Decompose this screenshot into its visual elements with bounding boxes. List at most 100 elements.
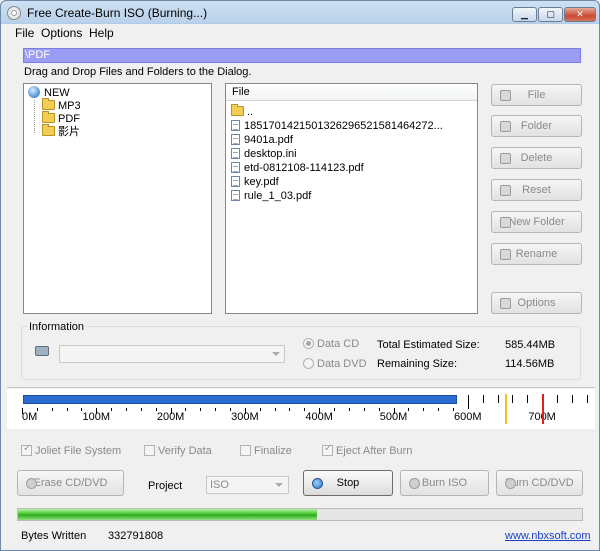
options-button[interactable]: Options xyxy=(491,292,582,314)
meter-tick xyxy=(140,408,142,411)
document-icon xyxy=(231,162,240,173)
erase-disc-button[interactable]: Erase CD/DVD xyxy=(17,470,124,496)
document-icon xyxy=(231,134,240,145)
file-row[interactable]: etd-0812108-114123.pdf xyxy=(231,161,364,175)
meter-tick xyxy=(467,395,469,409)
file-row[interactable]: 9401a.pdf xyxy=(231,133,293,147)
project-select[interactable]: ISO xyxy=(206,476,289,494)
folder-icon xyxy=(42,98,55,110)
eject-after-burn-checkbox[interactable]: Eject After Burn xyxy=(322,443,413,457)
total-size-label: Total Estimated Size: xyxy=(377,339,480,351)
meter-tick xyxy=(289,408,291,411)
add-folder-button[interactable]: Folder xyxy=(491,115,582,137)
meter-tick xyxy=(22,408,23,414)
meter-tick xyxy=(230,408,232,411)
file-row[interactable]: 18517014215013262965215814642​72... xyxy=(231,119,443,133)
tree-node-label: PDF xyxy=(58,113,80,125)
meter-tick xyxy=(363,408,365,411)
radio-label: Data CD xyxy=(317,338,360,350)
checkbox-label: Finalize xyxy=(254,445,292,457)
meter-tick xyxy=(348,408,350,411)
joliet-checkbox[interactable]: Joliet File System xyxy=(21,443,121,457)
drive-select[interactable] xyxy=(59,345,285,363)
add-file-button[interactable]: File xyxy=(491,84,582,106)
meter-tick xyxy=(304,408,306,411)
meter-tick xyxy=(408,408,410,411)
radio-indicator xyxy=(303,358,314,369)
meter-tick xyxy=(393,408,395,414)
project-label: Project xyxy=(148,480,183,492)
meter-tick xyxy=(334,408,336,411)
burn-progress-fill xyxy=(18,509,317,520)
burn-iso-button[interactable]: Burn ISO xyxy=(400,470,489,496)
capacity-used-bar xyxy=(23,395,457,404)
current-path-field[interactable]: \PDF xyxy=(23,48,581,63)
meter-tick xyxy=(378,408,380,411)
menu-help[interactable]: Help xyxy=(89,26,114,40)
disc-capacity-meter: 0M100M200M300M400M500M600M700M xyxy=(7,389,595,429)
remaining-size-label: Remaining Size: xyxy=(377,358,458,370)
tree-connector xyxy=(34,100,35,133)
rename-button[interactable]: Rename xyxy=(491,243,582,265)
file-row[interactable]: desktop.ini xyxy=(231,147,297,161)
folder-tree[interactable]: NEW MP3 PDF 影片 xyxy=(23,83,212,314)
rename-icon xyxy=(500,249,511,260)
drag-drop-hint: Drag and Drop Files and Folders to the D… xyxy=(24,66,252,78)
menu-options[interactable]: Options xyxy=(41,26,82,40)
finalize-checkbox[interactable]: Finalize xyxy=(240,445,292,457)
checkbox-indicator xyxy=(21,443,32,456)
button-label: Burn ISO xyxy=(421,477,468,489)
radio-label: Data DVD xyxy=(317,358,367,370)
chevron-down-icon xyxy=(272,352,280,356)
minimize-button[interactable]: ▁ xyxy=(512,7,537,22)
new-folder-button[interactable]: New Folder xyxy=(491,211,582,233)
burn-progress-bar xyxy=(17,508,583,521)
meter-tick xyxy=(155,408,157,411)
meter-tick xyxy=(319,408,321,414)
checkbox-indicator xyxy=(240,445,251,456)
delete-button[interactable]: Delete xyxy=(491,147,582,169)
tree-node-label: 影片 xyxy=(58,126,80,138)
project-select-value: ISO xyxy=(210,479,229,491)
divider xyxy=(7,387,595,388)
reset-button[interactable]: Reset xyxy=(491,179,582,201)
meter-tick xyxy=(51,408,53,411)
checkbox-label: Eject After Burn xyxy=(336,445,413,457)
checkbox-label: Verify Data xyxy=(158,445,212,457)
meter-tick xyxy=(527,395,529,403)
chevron-down-icon xyxy=(275,483,283,487)
close-button[interactable]: ✕ xyxy=(564,7,596,22)
checkbox-indicator xyxy=(322,443,333,456)
app-window: Free Create-Burn ISO (Burning...) ▁ ▢ ✕ … xyxy=(0,0,600,551)
burn-cd-dvd-button[interactable]: Burn CD/DVD xyxy=(496,470,583,496)
file-name: .. xyxy=(247,106,254,118)
button-label: New Folder xyxy=(508,216,565,228)
data-dvd-radio[interactable]: Data DVD xyxy=(303,358,367,370)
button-label: Folder xyxy=(520,120,553,132)
verify-data-checkbox[interactable]: Verify Data xyxy=(144,445,212,457)
burn-icon xyxy=(505,478,516,489)
new-folder-icon xyxy=(500,217,511,228)
file-list[interactable]: File .. 18517014215013262965215814642​72… xyxy=(225,83,478,314)
folder-icon xyxy=(500,121,511,132)
meter-tick xyxy=(111,408,113,411)
button-label: Stop xyxy=(336,477,360,489)
meter-tick xyxy=(66,408,68,411)
globe-icon xyxy=(28,86,40,98)
checkbox-indicator xyxy=(144,445,155,456)
stop-button[interactable]: Stop xyxy=(303,470,393,496)
website-link[interactable]: www.nbxsoft.com xyxy=(505,530,591,542)
meter-tick xyxy=(497,395,499,403)
menu-file[interactable]: File xyxy=(15,26,34,40)
file-row[interactable]: key.pdf xyxy=(231,175,279,189)
tree-node-video[interactable]: 影片 xyxy=(42,124,80,139)
meter-tick xyxy=(438,408,440,411)
file-name: rule_1_03.pdf xyxy=(244,190,312,202)
document-icon xyxy=(231,190,240,201)
file-row-parent[interactable]: .. xyxy=(231,104,254,119)
maximize-button[interactable]: ▢ xyxy=(538,7,563,22)
data-cd-radio[interactable]: Data CD xyxy=(303,338,359,350)
file-column-header[interactable]: File xyxy=(226,84,477,101)
file-row[interactable]: rule_1_03.pdf xyxy=(231,189,311,203)
bytes-written-label: Bytes Written xyxy=(21,530,87,542)
